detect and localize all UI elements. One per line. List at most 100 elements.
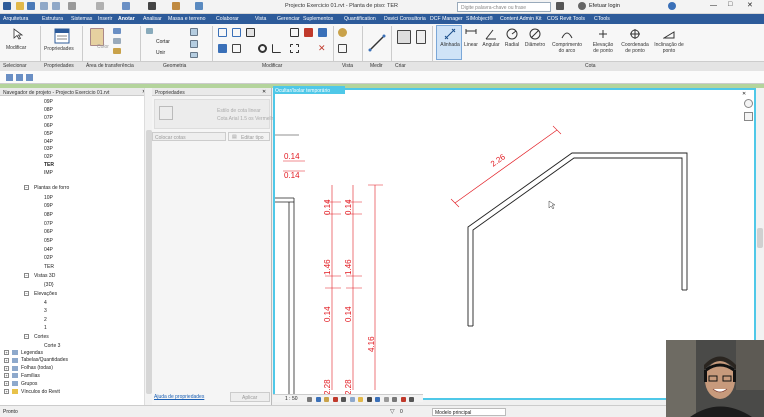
view-icon-1[interactable]	[338, 28, 347, 37]
tree-item-cortes[interactable]: Cortes	[34, 334, 49, 340]
tree-item-piso-9[interactable]: IMP	[44, 170, 53, 176]
view-cube-close-icon[interactable]: ✕	[742, 91, 746, 97]
save-icon[interactable]	[27, 2, 35, 10]
undo-icon[interactable]	[40, 2, 48, 10]
tree-item-vistas3d[interactable]: Vistas 3D	[34, 273, 55, 279]
view-control-icon-2[interactable]	[324, 396, 329, 402]
view-control-icon-5[interactable]	[349, 396, 355, 402]
vistas3d-toggle[interactable]: −	[24, 273, 29, 278]
view-control-icon-11[interactable]	[400, 396, 406, 402]
menu-item-16[interactable]: COS Revit Tools	[547, 16, 585, 22]
tree-item-other-4[interactable]: Grupos	[21, 381, 37, 387]
temp-hide-isolate-tab[interactable]: Ocultar/Isolar temporário	[273, 86, 345, 94]
geometry-icon-2[interactable]	[190, 40, 198, 48]
search-input[interactable]: Digite palavra-chave ou frase	[457, 2, 551, 12]
instance-dropdown[interactable]: Colocar cotas	[152, 132, 226, 141]
geometry-icon-1[interactable]	[190, 28, 198, 36]
help-icon[interactable]	[668, 2, 676, 10]
dimension-button-0[interactable]: Alinhada	[437, 26, 463, 60]
geometry-icon-3[interactable]	[190, 52, 198, 58]
user-icon[interactable]	[578, 2, 586, 10]
tree-item-piso-1[interactable]: 08P	[44, 107, 53, 113]
align-icon[interactable]	[218, 28, 227, 37]
dimension-button-5[interactable]: Comprimento do arco	[551, 26, 583, 60]
ribbon-panel-label-0[interactable]: Selecionar	[3, 63, 27, 69]
redo-icon[interactable]	[52, 2, 60, 10]
tree-item-other-2[interactable]: Folhas (todas)	[21, 365, 53, 371]
vertical-dim-text-8[interactable]: 4.16	[367, 336, 376, 352]
vertical-dimension-lines[interactable]	[283, 160, 383, 390]
apply-button[interactable]: Aplicar	[230, 392, 270, 402]
view-control-icon-9[interactable]	[383, 396, 389, 402]
tree-item-forro-3[interactable]: 07P	[44, 221, 53, 227]
match-icon[interactable]	[113, 48, 121, 54]
tree-item-piso-7[interactable]: 02P	[44, 154, 53, 160]
view-control-icon-0[interactable]	[307, 396, 312, 402]
ribbon-panel-label-3[interactable]: Geometria	[163, 63, 186, 69]
menu-item-13[interactable]: DCF Manager	[430, 16, 463, 22]
ribbon-panel-label-4[interactable]: Modificar	[262, 63, 282, 69]
other-toggle-5[interactable]: +	[4, 389, 9, 394]
ribbon-panel-label-1[interactable]: Propriedades	[44, 63, 74, 69]
options-icon-2[interactable]	[26, 74, 33, 81]
options-icon-0[interactable]	[6, 74, 13, 81]
menu-item-9[interactable]: Gerenciar	[277, 16, 300, 22]
create-similar-icon[interactable]	[416, 30, 426, 44]
cope-icon[interactable]	[146, 28, 153, 34]
menu-item-8[interactable]: Vista	[255, 16, 266, 22]
close-button[interactable]: ✕	[747, 1, 753, 9]
menu-item-3[interactable]: Inserir	[98, 16, 112, 22]
tree-item-piso-3[interactable]: 06P	[44, 123, 53, 129]
zoom-icon[interactable]	[744, 112, 753, 121]
view-icon-2[interactable]	[338, 44, 347, 53]
menu-item-1[interactable]: Estrutura	[42, 16, 63, 22]
other-toggle-4[interactable]: +	[4, 381, 9, 387]
tree-item-forro-0[interactable]: 10P	[44, 195, 53, 201]
other-toggle-0[interactable]: +	[4, 350, 9, 355]
tree-item-forro-6[interactable]: 04P	[44, 247, 53, 253]
maximize-button[interactable]: □	[728, 1, 732, 8]
vertical-dim-text-4[interactable]: 0.14	[344, 199, 353, 215]
measure-icon[interactable]	[96, 2, 104, 10]
tree-item-piso-4[interactable]: 05P	[44, 131, 53, 137]
tree-item-piso-8[interactable]: TER	[44, 162, 54, 168]
vertical-dim-text-6[interactable]: 0.14	[344, 306, 353, 322]
modify-tool[interactable]: Modificar	[4, 26, 32, 60]
tree-item-other-3[interactable]: Famílias	[21, 373, 40, 379]
copy-element-icon[interactable]	[232, 44, 241, 53]
vertical-dim-text-2[interactable]: 0.14	[323, 306, 332, 322]
create-component-icon[interactable]	[397, 30, 411, 44]
tree-item-forro-2[interactable]: 08P	[44, 212, 53, 218]
vertical-dim-text-5[interactable]: 1.46	[344, 259, 353, 275]
tree-item-piso-2[interactable]: 07P	[44, 115, 53, 121]
binoculars-icon[interactable]	[556, 2, 564, 10]
view-control-icon-1[interactable]	[315, 396, 321, 402]
diagonal-dim-text[interactable]: 2.26	[489, 152, 507, 169]
copy-icon[interactable]	[113, 38, 121, 44]
tree-item-corte-3[interactable]: Corte 3	[44, 343, 60, 349]
tree-item-plantas-forro[interactable]: Plantas de forro	[34, 185, 69, 191]
tree-item-elevacoes[interactable]: Elevações	[34, 291, 57, 297]
dimension-button-3[interactable]: Radial	[503, 26, 521, 60]
menu-item-11[interactable]: Quantification	[344, 16, 376, 22]
join-label[interactable]: Unir	[156, 50, 165, 56]
filter-icon[interactable]: ▽	[390, 408, 395, 415]
angled-wall[interactable]	[467, 152, 688, 327]
text-icon[interactable]	[148, 2, 156, 10]
menu-item-7[interactable]: Colaborar	[216, 16, 239, 22]
cut-label[interactable]: Cortar	[156, 39, 170, 45]
elevacoes-toggle[interactable]: −	[24, 291, 29, 296]
tree-item-other-0[interactable]: Legendas	[21, 350, 43, 356]
move-icon[interactable]	[218, 44, 227, 53]
view-scale[interactable]: 1 : 50	[285, 396, 298, 402]
tree-item-piso-5[interactable]: 04P	[44, 139, 53, 145]
ribbon-panel-label-5[interactable]: Vista	[342, 63, 353, 69]
ribbon-panel-label-8[interactable]: Cota	[585, 63, 596, 69]
revit-logo-icon[interactable]	[3, 2, 11, 10]
tree-item-elevacao-3[interactable]: 1	[44, 325, 47, 331]
dimension-button-7[interactable]: Coordenada de ponto	[619, 26, 651, 60]
login-link[interactable]: Efetuar login	[589, 3, 620, 9]
plantas-forro-toggle[interactable]: −	[24, 185, 29, 190]
vertical-dim-text-0[interactable]: 0.14	[323, 199, 332, 215]
view-control-icon-8[interactable]	[375, 396, 380, 402]
